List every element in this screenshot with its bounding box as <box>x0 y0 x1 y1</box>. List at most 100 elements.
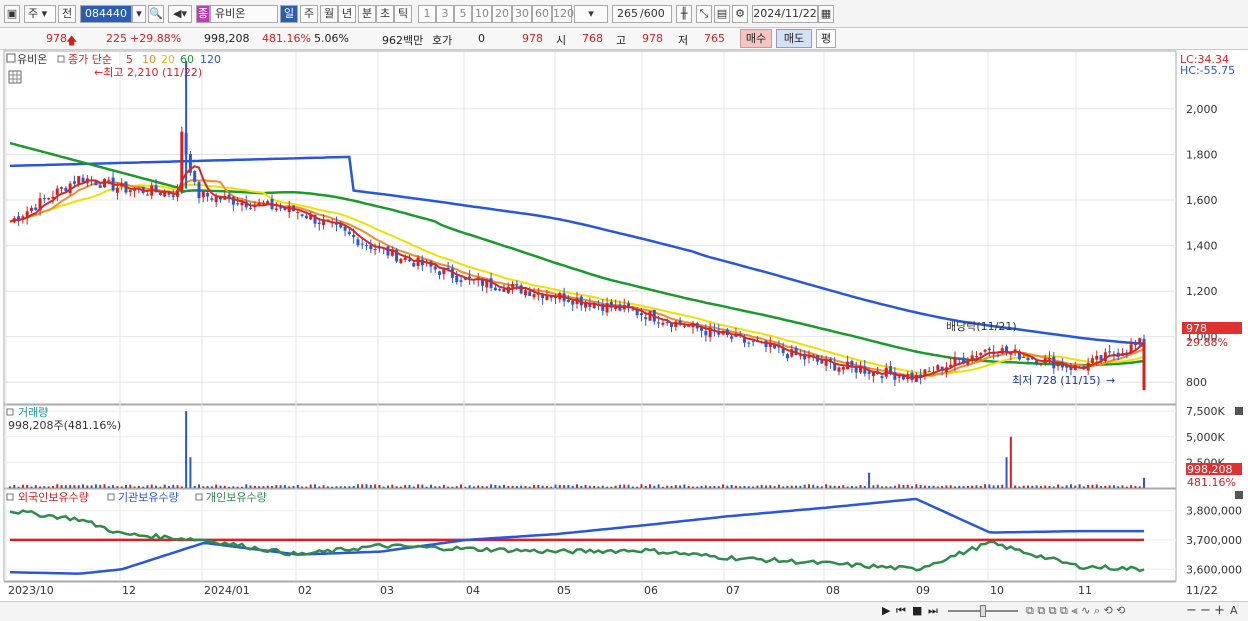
candle-body <box>974 356 978 358</box>
volume-bar <box>245 484 248 488</box>
sell-button[interactable]: 매도 <box>776 29 812 48</box>
avg-button[interactable]: 평 <box>816 29 836 48</box>
period-year[interactable]: 년 <box>338 5 356 23</box>
table-icon[interactable] <box>8 70 22 84</box>
candle-body <box>515 283 519 285</box>
zoom-out-icon[interactable]: − <box>1186 603 1197 618</box>
zoom-in-icon[interactable]: + <box>1214 603 1225 618</box>
period-day[interactable]: 일 <box>280 5 298 23</box>
volume-bar <box>249 485 252 488</box>
rewind-icon[interactable]: ⏮ <box>896 604 906 618</box>
dividend-annotation: 배당락(11/21) <box>946 320 1017 333</box>
volume-bar <box>661 486 664 488</box>
x-tick-label: 2023/10 <box>8 584 54 597</box>
search-icon[interactable]: 🔍 <box>148 5 164 23</box>
volume-bar <box>558 485 561 488</box>
market-select[interactable]: 주 ▾ <box>24 5 56 23</box>
interval-custom-select[interactable]: ▾ <box>574 5 608 23</box>
calendar-icon[interactable]: ▦ <box>818 5 834 23</box>
volume-bar <box>137 486 140 488</box>
volume-close-icon[interactable] <box>1235 407 1243 415</box>
forward-icon[interactable]: ⏭ <box>928 604 938 618</box>
code-input[interactable]: 084440 <box>80 5 132 23</box>
chevron-down-icon[interactable]: ▾ <box>132 5 146 23</box>
candle-body <box>730 336 734 339</box>
volume-bar <box>120 486 123 488</box>
count-input[interactable]: 265 <box>612 5 640 23</box>
volume-bar <box>378 484 381 488</box>
period-month[interactable]: 월 <box>320 5 338 23</box>
volume-bar <box>984 484 987 488</box>
interval-30[interactable]: 30 <box>512 5 532 23</box>
candle-body <box>128 190 132 192</box>
speaker-icon[interactable]: ◀▾ <box>168 5 192 23</box>
candle-body <box>850 360 854 367</box>
interval-10[interactable]: 10 <box>472 5 492 23</box>
period-second[interactable]: 초 <box>376 5 394 23</box>
zoom-slider-handle[interactable] <box>980 605 986 617</box>
volume-bar <box>1104 485 1107 488</box>
draw-icon[interactable]: ⤡ <box>696 5 712 23</box>
candle-body <box>704 330 708 336</box>
volume-y-tick: 5,000K <box>1186 431 1225 444</box>
interval-120[interactable]: 120 <box>552 5 574 23</box>
candle-body <box>386 246 390 256</box>
date-input[interactable]: 2024/11/22 <box>752 5 818 23</box>
volume-bar <box>1130 485 1133 488</box>
volume-bar <box>795 485 798 488</box>
volume-bar <box>954 486 956 488</box>
period-week[interactable]: 주 <box>300 5 318 23</box>
volume-bar <box>666 485 669 488</box>
candle-body <box>373 249 377 251</box>
save-icon[interactable]: ▤ <box>714 5 730 23</box>
hoga-price: 978 <box>522 32 543 45</box>
volume-bar <box>1138 486 1141 488</box>
candle-icon[interactable]: ╫ <box>676 5 692 23</box>
interval-3[interactable]: 3 <box>436 5 454 23</box>
buy-button[interactable]: 매수 <box>740 29 772 48</box>
price-panel-name: 유비온 <box>17 53 47 66</box>
view-toggle[interactable]: 전 <box>58 5 76 23</box>
candle-body <box>665 322 669 324</box>
candle-body <box>841 367 845 370</box>
interval-20[interactable]: 20 <box>492 5 512 23</box>
candle-body <box>528 291 532 297</box>
volume-bar <box>829 485 832 488</box>
volume-bar <box>597 486 600 488</box>
interval-1[interactable]: 1 <box>418 5 436 23</box>
volume-bar <box>610 486 613 488</box>
candle-body <box>197 182 201 199</box>
ma5-legend: 5 <box>126 53 133 66</box>
volume-bar <box>1065 485 1068 488</box>
period-minute[interactable]: 분 <box>358 5 376 23</box>
ma-legend-prefix: 종가 단순 <box>68 53 112 66</box>
volume-bar <box>198 484 200 488</box>
gear-icon[interactable]: ⚙ <box>732 5 748 23</box>
stop-icon[interactable]: ■ <box>912 604 922 617</box>
stock-name-field[interactable]: 유비온 <box>210 5 278 23</box>
volume-bar <box>485 486 488 488</box>
volume-bar <box>1001 484 1004 488</box>
volume-bar <box>215 484 218 488</box>
scroll-right-icon[interactable]: ▶ <box>882 604 890 617</box>
holding-close-icon[interactable] <box>1235 491 1243 499</box>
window-icon[interactable]: ▣ <box>4 5 20 23</box>
volume-bar <box>623 484 626 488</box>
period-tick[interactable]: 틱 <box>394 5 412 23</box>
volume-bar <box>129 484 132 488</box>
auto-scale-icon[interactable]: A <box>1230 604 1238 617</box>
volume-bar <box>915 484 918 488</box>
interval-5[interactable]: 5 <box>454 5 472 23</box>
candle-body <box>412 262 416 267</box>
candle-body <box>240 202 244 206</box>
interval-60[interactable]: 60 <box>532 5 552 23</box>
chart-svg[interactable]: 유비온 종가 단순 5 10 20 60 120 ←최고 2,210 (11/2… <box>0 50 1248 602</box>
volume-bar <box>563 485 566 488</box>
line-icon[interactable]: − <box>1200 603 1211 618</box>
volume-bar <box>1082 486 1085 488</box>
tool-icons[interactable]: ⧉ ⧉ ⧉ ⧉ ⫷ ∿ ⌕ ⟲ ⟲ <box>1026 604 1125 618</box>
volume-bar <box>296 484 299 488</box>
volume-bar <box>240 486 243 488</box>
hoga-label: 호가 <box>432 34 453 47</box>
volume-bar <box>1134 485 1137 488</box>
